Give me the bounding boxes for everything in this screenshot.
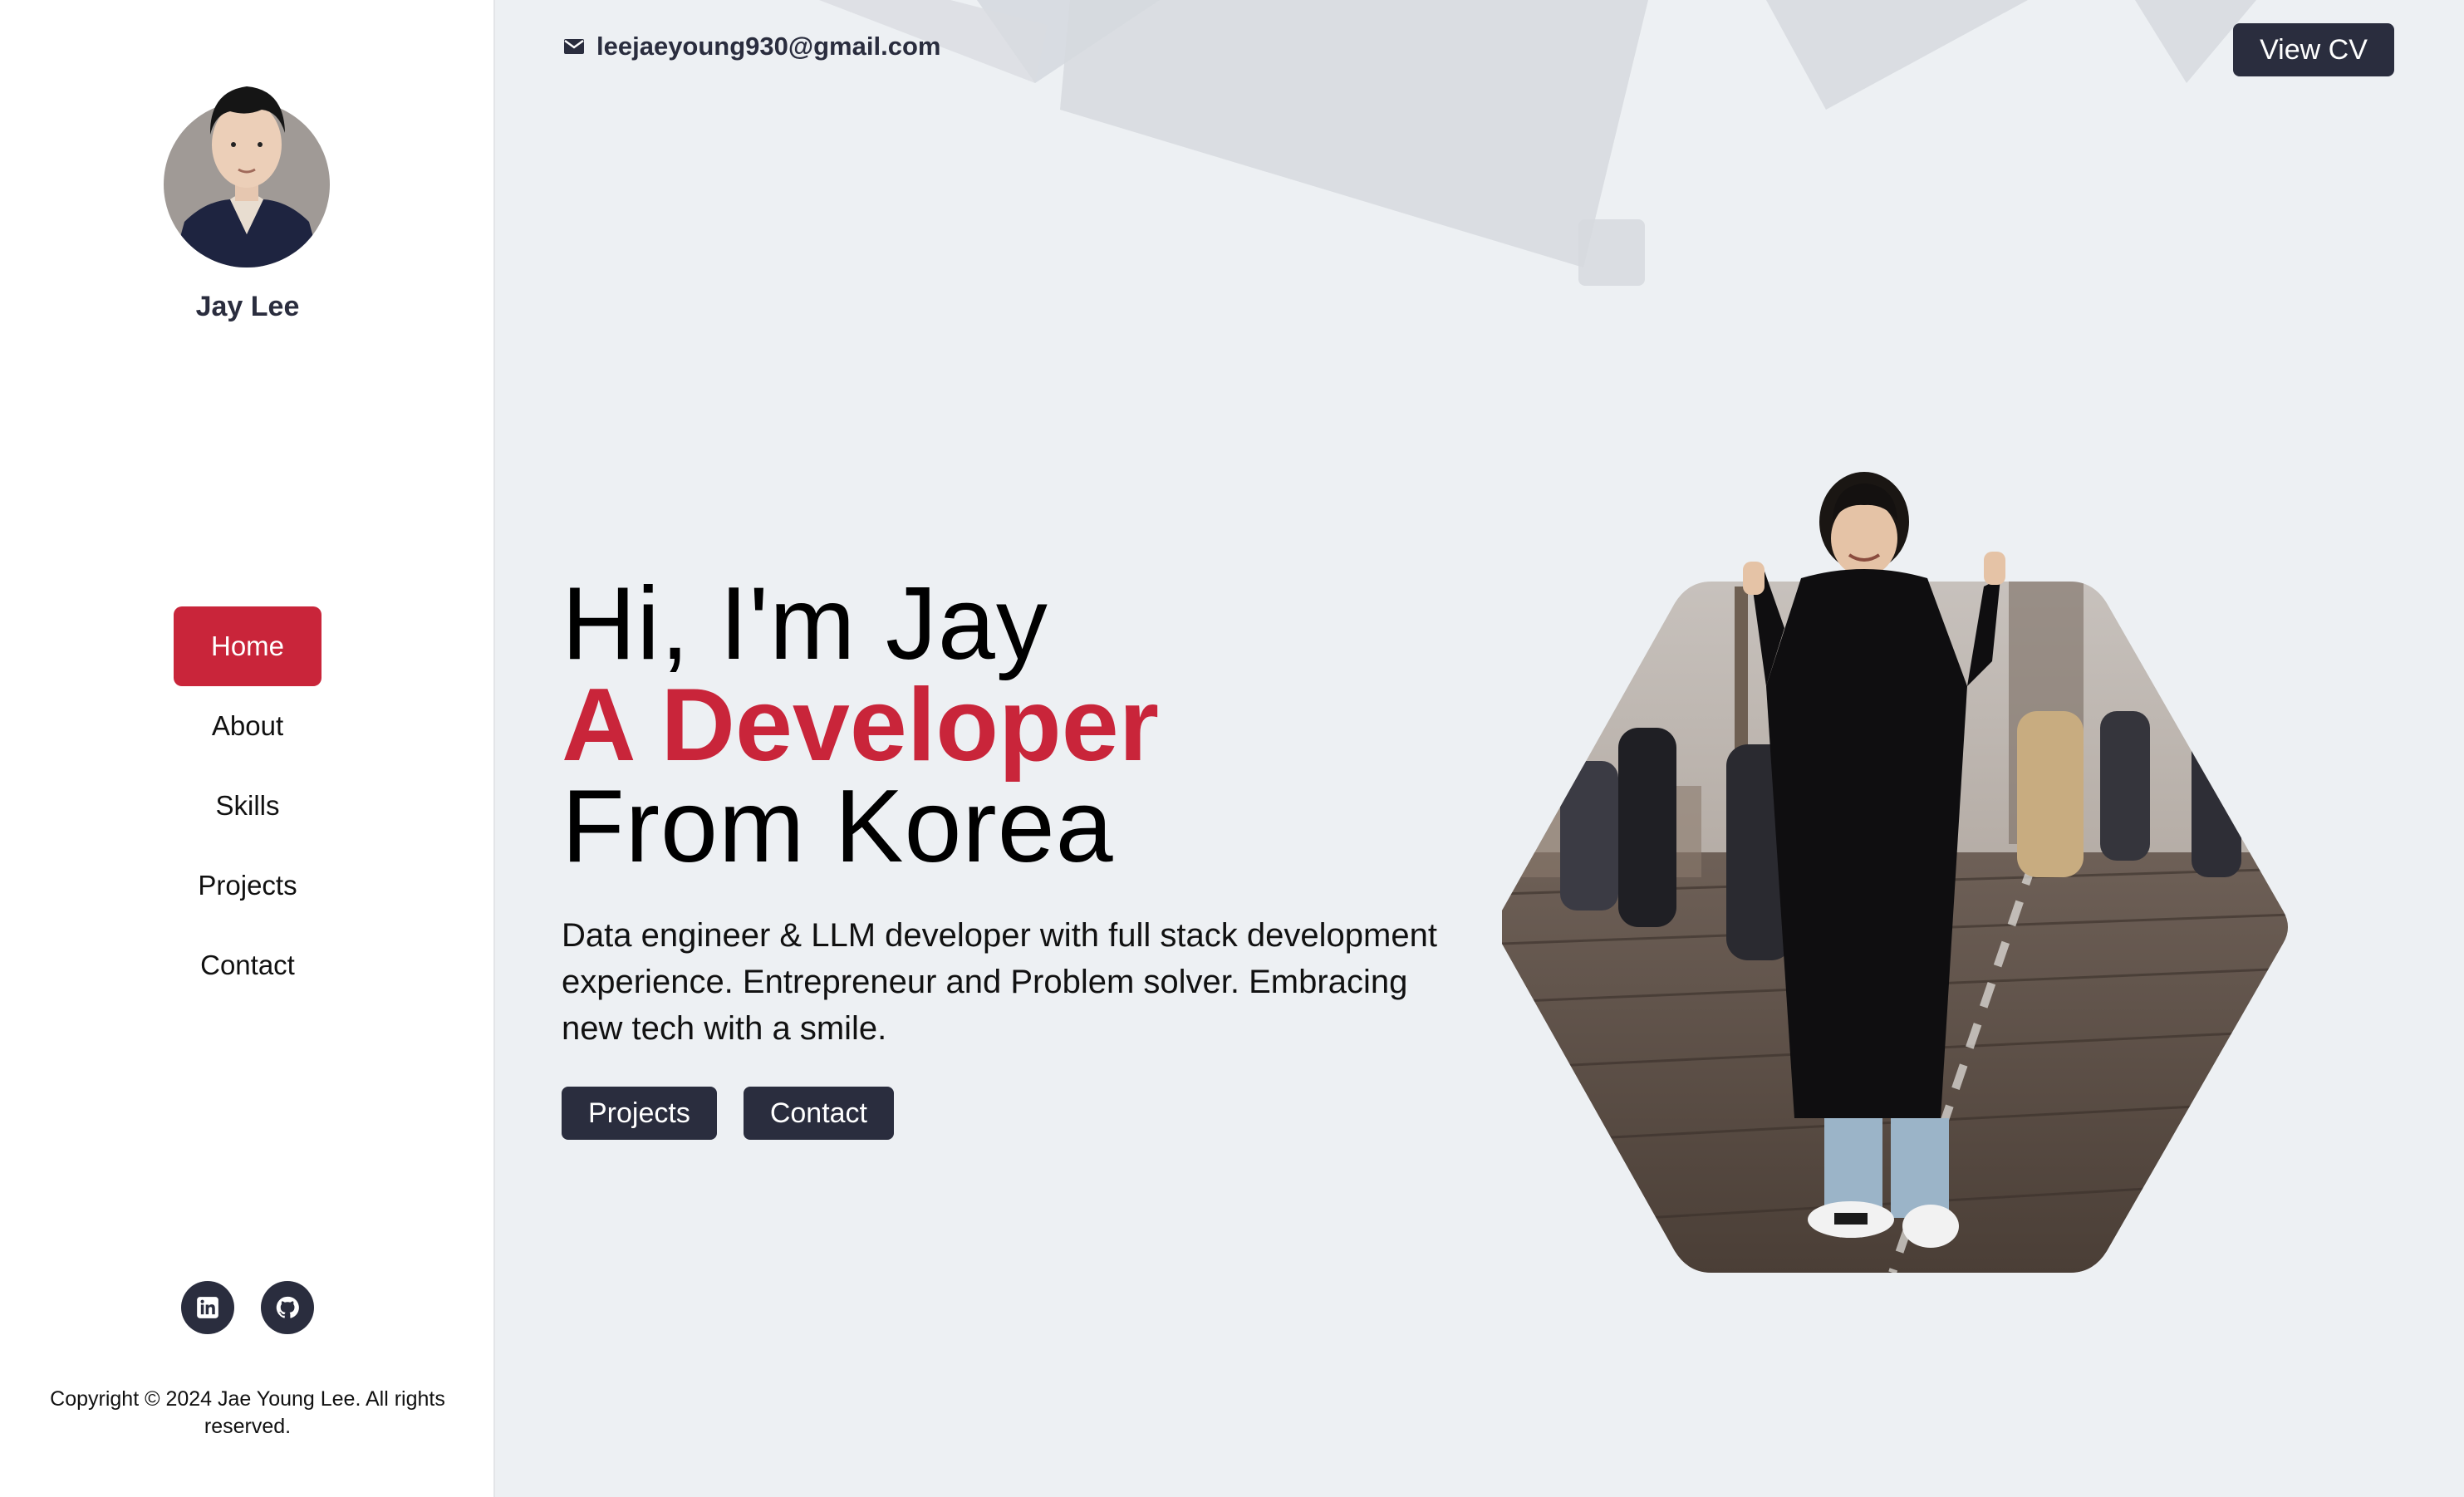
nav-contact[interactable]: Contact	[0, 925, 495, 1005]
nav-about[interactable]: About	[0, 686, 495, 766]
nav-projects[interactable]: Projects	[0, 846, 495, 925]
social-links	[0, 1281, 495, 1334]
copyright-text: Copyright © 2024 Jae Young Lee. All righ…	[50, 1387, 445, 1438]
hero-greeting: Hi, I'm Jay	[562, 567, 1048, 681]
contact-button[interactable]: Contact	[743, 1087, 895, 1140]
sidebar: Jay Lee Home About Skills Projects Conta…	[0, 0, 495, 1497]
hero-buttons: Projects Contact	[562, 1087, 1475, 1140]
hero-origin: From Korea	[562, 769, 1114, 884]
projects-button[interactable]: Projects	[562, 1087, 717, 1140]
profile-avatar	[164, 86, 330, 267]
nav-home[interactable]: Home	[174, 606, 321, 686]
linkedin-button[interactable]	[181, 1281, 234, 1334]
linkedin-icon	[197, 1297, 218, 1318]
github-icon	[276, 1296, 299, 1318]
github-button[interactable]	[261, 1281, 314, 1334]
hero-photo	[1502, 472, 2288, 1273]
sidebar-nav: Home About Skills Projects Contact	[0, 606, 495, 1005]
nav-skills[interactable]: Skills	[0, 766, 495, 846]
hero-description: Data engineer & LLM developer with full …	[562, 917, 1437, 1047]
email-contact[interactable]: leejaeyoung930@gmail.com	[563, 32, 940, 61]
hero-role: A Developer	[562, 668, 1159, 783]
email-text: leejaeyoung930@gmail.com	[596, 32, 941, 61]
view-cv-button[interactable]: View CV	[2233, 23, 2394, 76]
hero-section: Hi, I'm Jay A Developer From Korea Data …	[562, 567, 1475, 1140]
mail-icon	[564, 39, 584, 54]
profile-name: Jay Lee	[195, 291, 300, 322]
